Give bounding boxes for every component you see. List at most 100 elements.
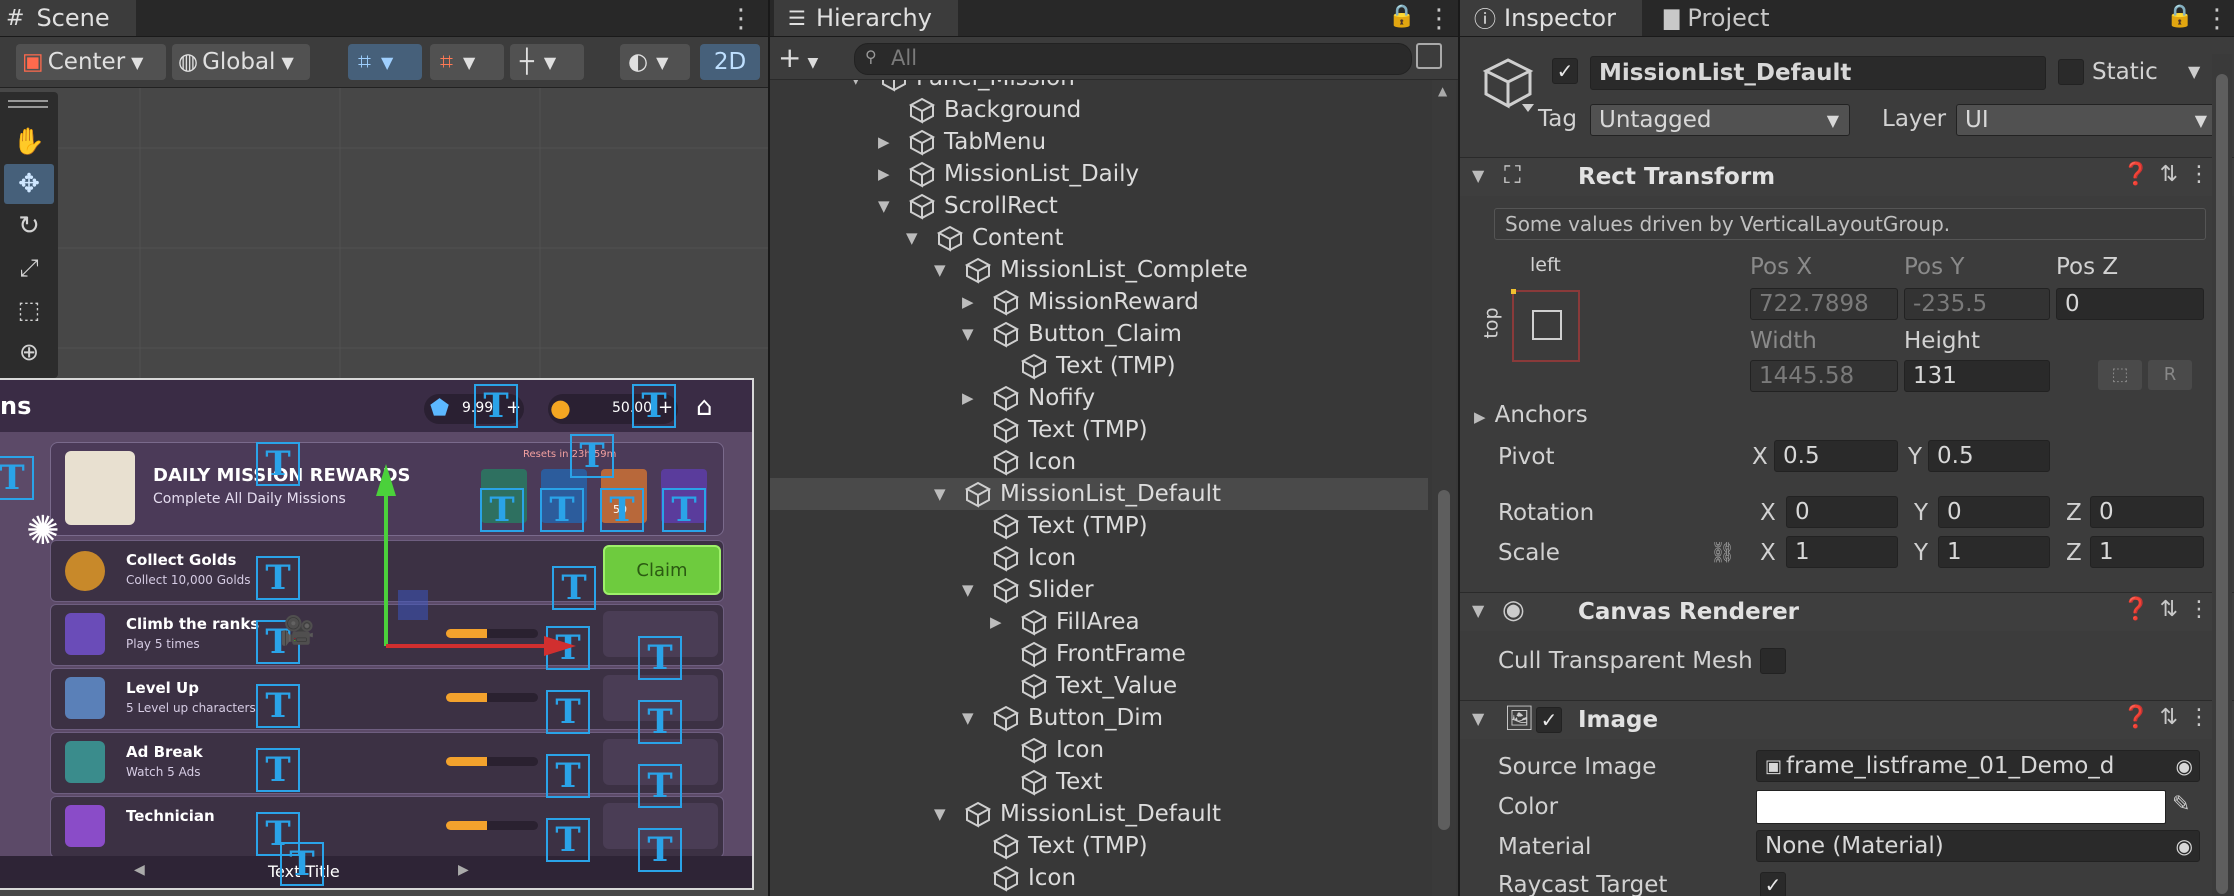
foldout-expanded-icon[interactable]: ▼ xyxy=(878,197,890,215)
home-icon[interactable]: ⌂ xyxy=(696,392,713,422)
hierarchy-item[interactable]: Text (TMP) xyxy=(770,510,1428,542)
active-toggle[interactable]: ✓ xyxy=(1552,58,1578,84)
foldout-expanded-icon[interactable]: ▼ xyxy=(850,80,862,87)
gameobject-cube-icon[interactable] xyxy=(1478,54,1538,114)
hierarchy-item[interactable]: Text xyxy=(770,766,1428,798)
hierarchy-menu-icon[interactable]: ⋮ xyxy=(1426,4,1452,34)
splitter[interactable] xyxy=(768,0,770,896)
shading-button[interactable]: ◐ ▼ xyxy=(620,44,690,80)
hierarchy-item[interactable]: Text_Value xyxy=(770,670,1428,702)
foldout-expanded-icon[interactable]: ▼ xyxy=(934,485,946,503)
scale-x-field[interactable]: 1 xyxy=(1786,536,1898,568)
eyedropper-icon[interactable]: ✎ xyxy=(2172,792,2190,817)
scale-y-field[interactable]: 1 xyxy=(1938,536,2050,568)
hierarchy-item[interactable]: Text (TMP) xyxy=(770,830,1428,862)
hierarchy-search[interactable]: ⚲ All xyxy=(854,43,1412,75)
splitter[interactable] xyxy=(1458,0,1460,896)
blueprint-mode-button[interactable]: ⬚ xyxy=(2098,360,2142,390)
height-field[interactable]: 131 xyxy=(1904,360,2050,392)
image-enabled-toggle[interactable]: ✓ xyxy=(1536,707,1562,733)
foldout-collapsed-icon[interactable]: ▶ xyxy=(878,133,890,151)
hierarchy-item[interactable]: ▶ FillArea xyxy=(770,606,1428,638)
increment-snap-button[interactable]: ⌗ ▼ xyxy=(430,44,504,80)
tab-inspector[interactable]: ⓘ Inspector xyxy=(1460,0,1642,36)
raw-edit-button[interactable]: R xyxy=(2148,360,2192,390)
material-field[interactable]: None (Material) ◉ xyxy=(1756,830,2200,862)
foldout-collapsed-icon[interactable]: ▶ xyxy=(962,389,974,407)
hierarchy-item[interactable]: ▶ MissionList_Daily xyxy=(770,158,1428,190)
tab-scene[interactable]: # Scene xyxy=(0,0,136,36)
plane-handle[interactable] xyxy=(398,590,428,620)
move-gizmo[interactable] xyxy=(370,460,590,660)
inspector-scrollbar[interactable] xyxy=(2212,54,2232,896)
scroll-thumb[interactable] xyxy=(1438,490,1450,830)
hierarchy-item[interactable]: ▼ ScrollRect xyxy=(770,190,1428,222)
foldout-expanded-icon[interactable]: ▼ xyxy=(962,581,974,599)
layer-dropdown[interactable]: UI ▼ xyxy=(1956,104,2218,136)
hierarchy-item[interactable]: ▼ Content xyxy=(770,222,1428,254)
constrain-proportions-icon[interactable]: ⛓ xyxy=(1710,540,1735,564)
space-dropdown[interactable]: ◍ Global ▼ xyxy=(172,44,310,80)
hierarchy-item[interactable]: Background xyxy=(770,94,1428,126)
rect-transform-header[interactable]: ▼ ⛶ Rect Transform ❓⇅⋮ xyxy=(1460,157,2234,196)
rotation-x-field[interactable]: 0 xyxy=(1786,496,1898,528)
rect-tool[interactable]: ⬚ xyxy=(4,290,54,330)
foldout-collapsed-icon[interactable]: ▶ xyxy=(962,293,974,311)
pivot-y-field[interactable]: 0.5 xyxy=(1928,440,2050,472)
hierarchy-item[interactable]: ▶ TabMenu xyxy=(770,126,1428,158)
foldout-expanded-icon[interactable]: ▼ xyxy=(962,709,974,727)
hierarchy-item[interactable]: Icon xyxy=(770,862,1428,894)
ruler-button[interactable]: ┼ ▼ xyxy=(510,44,584,80)
posz-field[interactable]: 0 xyxy=(2056,288,2204,320)
rotate-tool[interactable]: ↻ xyxy=(4,206,54,246)
rotation-z-field[interactable]: 0 xyxy=(2090,496,2204,528)
pivot-mode-dropdown[interactable]: ▣ Center ▼ xyxy=(16,44,166,80)
static-toggle[interactable] xyxy=(2058,59,2084,85)
hierarchy-item[interactable]: Icon xyxy=(770,542,1428,574)
hierarchy-item[interactable]: ▼ Slider xyxy=(770,574,1428,606)
hierarchy-item[interactable]: ▶ Nofify xyxy=(770,382,1428,414)
rotation-y-field[interactable]: 0 xyxy=(1938,496,2050,528)
object-picker-icon[interactable]: ◉ xyxy=(2176,834,2193,858)
chevron-down-icon[interactable]: ▼ xyxy=(2188,62,2200,81)
arrow-left-icon[interactable]: ◀ xyxy=(134,862,145,878)
component-actions[interactable]: ❓⇅⋮ xyxy=(2122,597,2220,622)
hierarchy-item[interactable]: ▼ Panel_Mission xyxy=(770,80,1428,94)
scroll-up-icon[interactable]: ▲ xyxy=(1438,84,1447,98)
lock-icon[interactable]: 🔒 xyxy=(1388,4,1415,29)
color-swatch[interactable] xyxy=(1756,790,2166,824)
hierarchy-item[interactable]: ▼ Button_Dim xyxy=(770,702,1428,734)
arrow-right-icon[interactable]: ▶ xyxy=(458,862,469,878)
claim-button[interactable]: Claim xyxy=(603,545,721,595)
foldout-expanded-icon[interactable]: ▼ xyxy=(962,325,974,343)
anchor-preset-button[interactable] xyxy=(1511,289,1580,362)
scale-tool[interactable]: ⤢ xyxy=(4,248,54,288)
tag-dropdown[interactable]: Untagged ▼ xyxy=(1590,104,1850,136)
cull-mesh-checkbox[interactable] xyxy=(1760,648,1786,674)
hierarchy-item[interactable]: ▼ MissionList_Default xyxy=(770,798,1428,830)
add-button[interactable]: + ▼ xyxy=(778,41,818,74)
foldout-expanded-icon[interactable]: ▼ xyxy=(934,261,946,279)
transform-tool[interactable]: ⊕ xyxy=(4,332,54,372)
hierarchy-item[interactable]: ▼ Button_Claim xyxy=(770,318,1428,350)
hierarchy-item[interactable]: Icon xyxy=(770,734,1428,766)
grid-snap-button[interactable]: ⌗ ▼ xyxy=(348,44,422,80)
hand-tool[interactable]: ✋ xyxy=(4,122,54,162)
anchors-foldout[interactable]: ▶ Anchors xyxy=(1474,402,1588,428)
hierarchy-item[interactable]: Icon xyxy=(770,446,1428,478)
hierarchy-scrollbar[interactable]: ▲ xyxy=(1432,80,1456,896)
object-picker-icon[interactable]: ◉ xyxy=(2176,754,2193,778)
scroll-thumb[interactable] xyxy=(2216,74,2228,894)
canvas-renderer-header[interactable]: ▼ ◉ Canvas Renderer ❓⇅⋮ xyxy=(1460,592,2234,631)
hierarchy-item[interactable]: ▶ MissionReward xyxy=(770,286,1428,318)
foldout-expanded-icon[interactable]: ▼ xyxy=(934,805,946,823)
lock-icon[interactable]: 🔒 xyxy=(2166,4,2193,29)
raycast-checkbox[interactable]: ✓ xyxy=(1760,872,1786,896)
hierarchy-item[interactable]: ▼ MissionList_Default xyxy=(770,478,1428,510)
foldout-collapsed-icon[interactable]: ▶ xyxy=(878,165,890,183)
hierarchy-item[interactable]: FrontFrame xyxy=(770,638,1428,670)
maximize-icon[interactable] xyxy=(1416,43,1442,69)
image-header[interactable]: ▼ 🖼 ✓ Image ❓⇅⋮ xyxy=(1460,700,2234,739)
mode-2d-button[interactable]: 2D xyxy=(700,44,760,80)
component-actions[interactable]: ❓⇅⋮ xyxy=(2122,705,2220,730)
